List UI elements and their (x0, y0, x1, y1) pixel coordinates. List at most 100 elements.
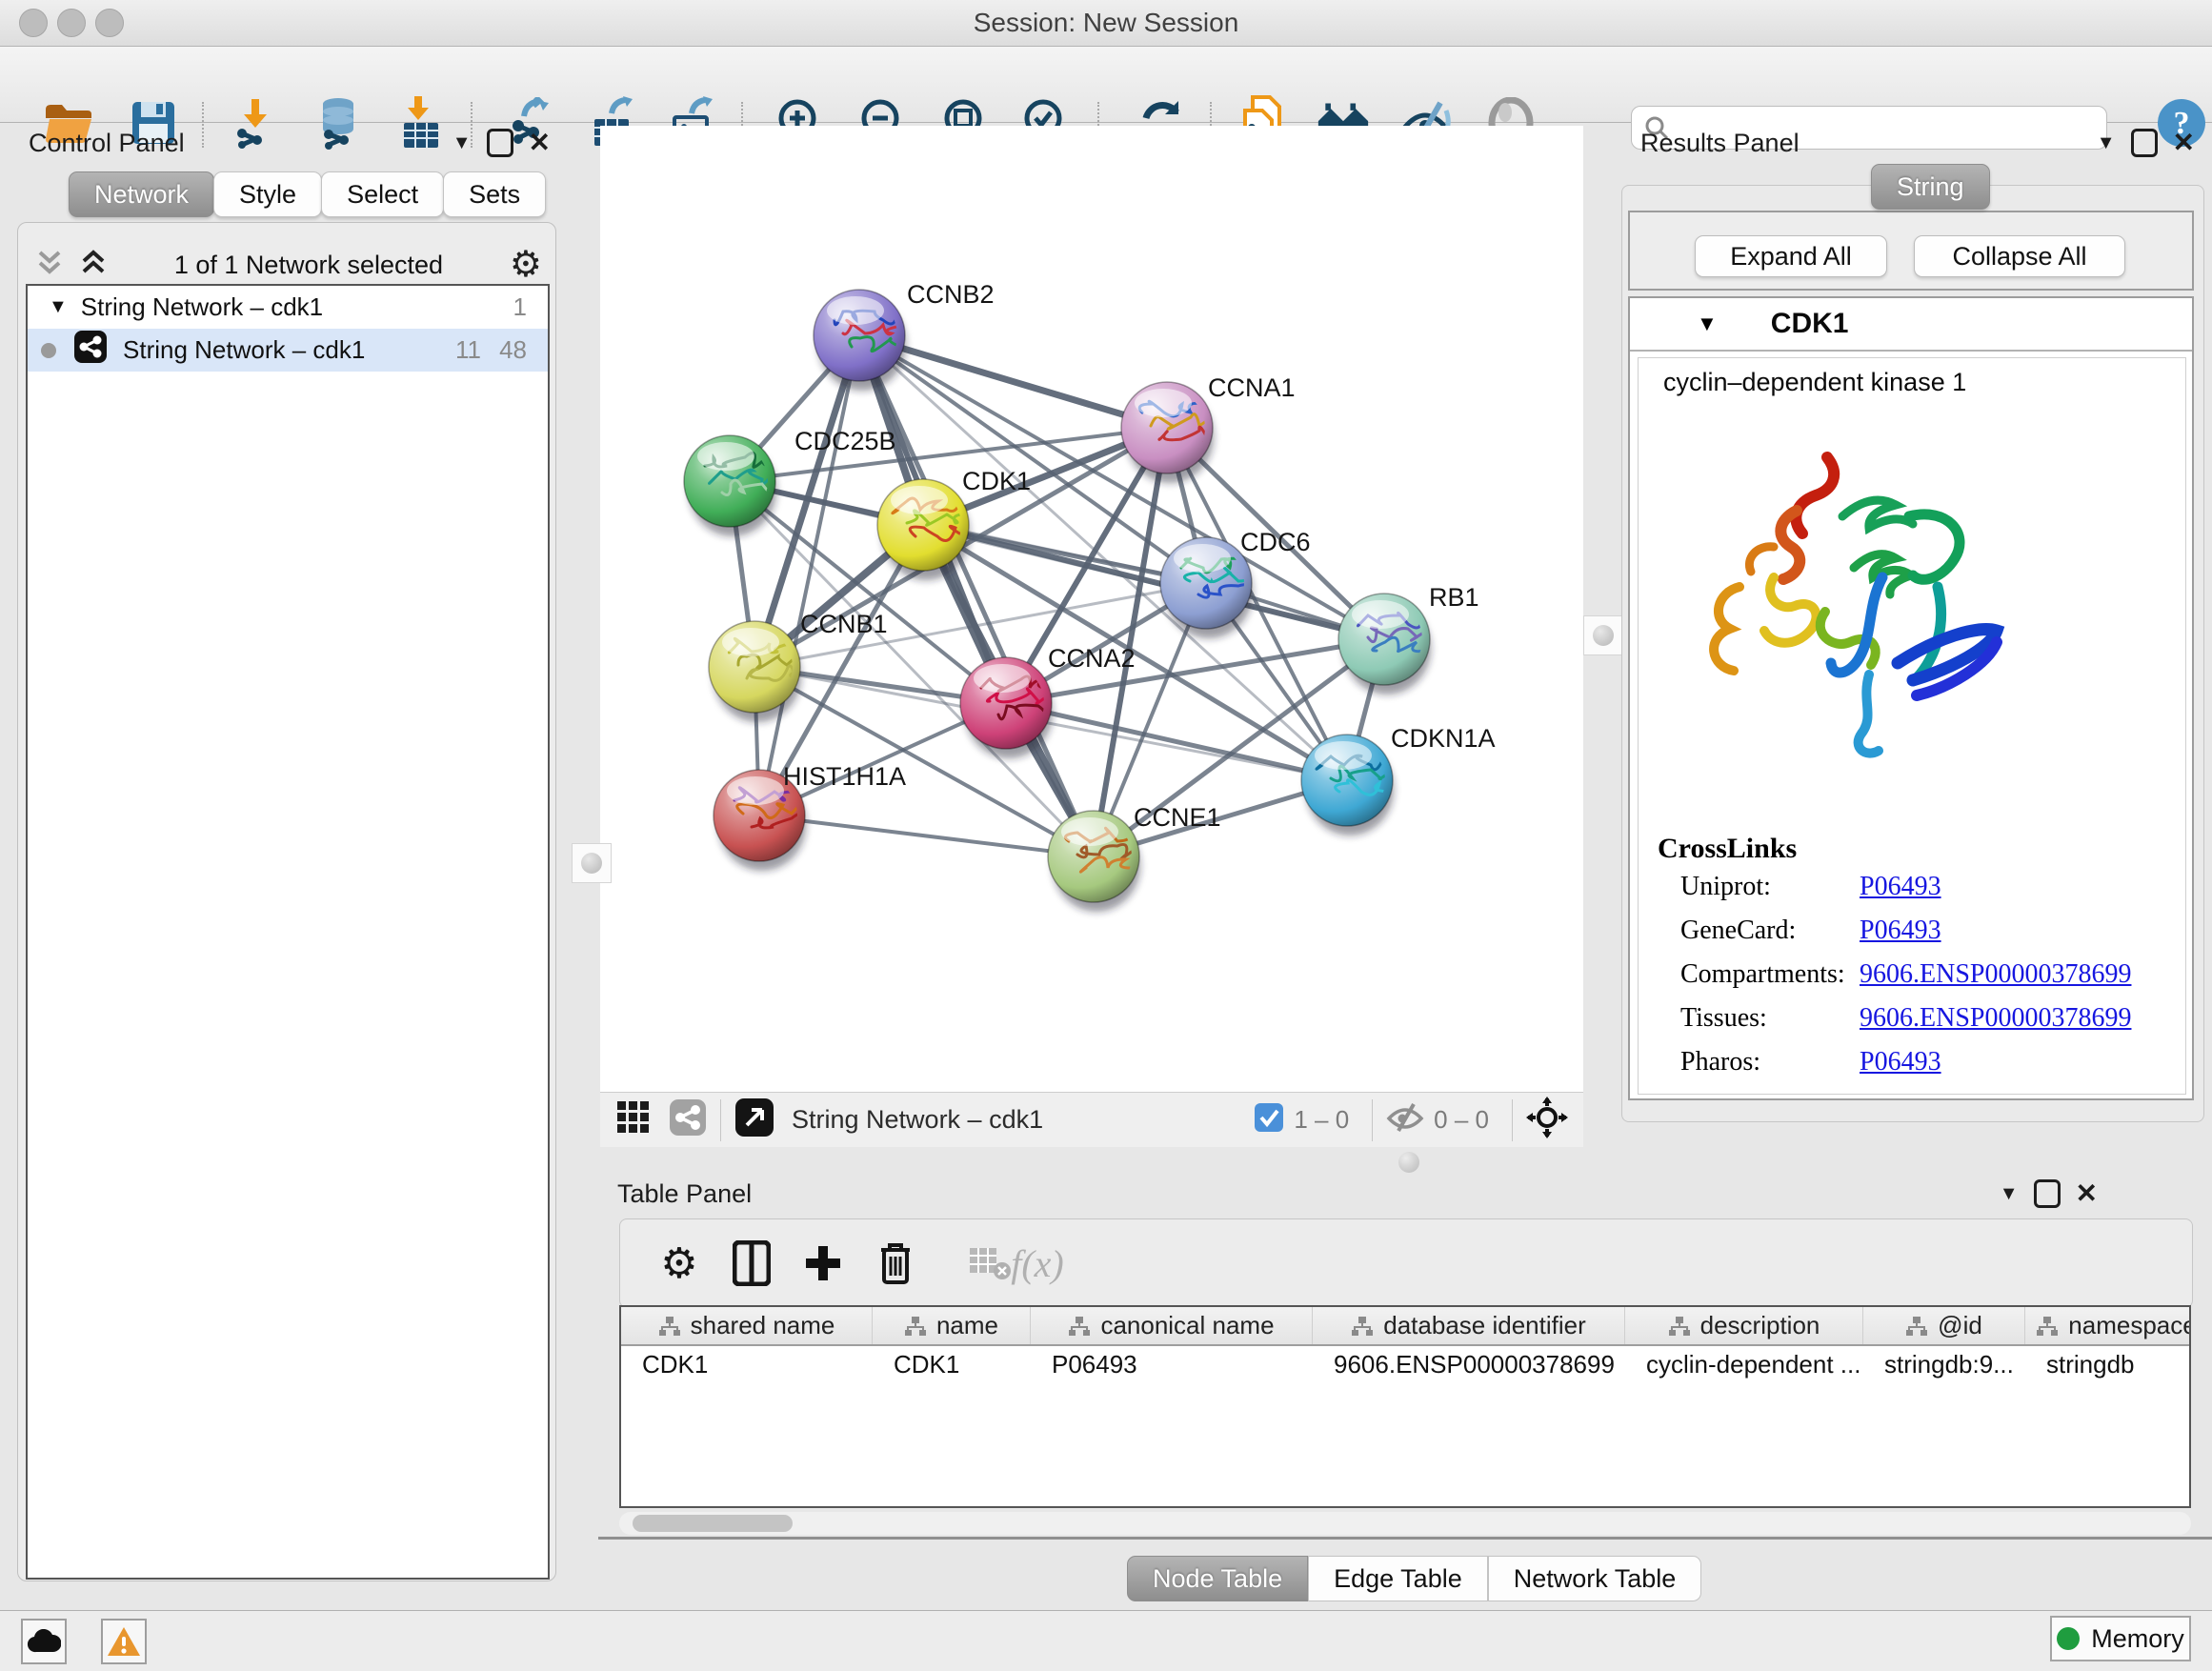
crosslink-link[interactable]: P06493 (1860, 916, 1941, 946)
horizontal-splitter-handle[interactable] (1398, 1152, 1419, 1173)
table-cell[interactable]: 9606.ENSP00000378699 (1313, 1350, 1625, 1379)
window-title: Session: New Session (0, 8, 2212, 38)
tab-network-table[interactable]: Network Table (1488, 1556, 1702, 1601)
table-panel-divider (598, 1537, 2212, 1540)
column-header-description[interactable]: description (1625, 1307, 1863, 1344)
column-header-shared-name[interactable]: shared name (621, 1307, 873, 1344)
panel-float-icon[interactable] (2131, 129, 2158, 157)
string-app-icon (73, 330, 108, 371)
collapse-all-button[interactable]: Collapse All (1914, 235, 2125, 277)
crosslink-row: Tissues: 9606.ENSP00000378699 (1658, 997, 2131, 1040)
birdseye-crosshair-icon[interactable] (1526, 1097, 1568, 1143)
cloud-status-icon[interactable] (21, 1619, 67, 1664)
network-overview-icon[interactable] (669, 1098, 707, 1141)
expand-all-button[interactable]: Expand All (1695, 235, 1887, 277)
table-header-row: shared namenamecanonical namedatabase id… (621, 1307, 2189, 1346)
node-label-CDC6[interactable]: CDC6 (1240, 528, 1311, 556)
crosslink-link[interactable]: P06493 (1860, 1047, 1941, 1077)
node-label-CDC25B[interactable]: CDC25B (794, 427, 896, 455)
collapse-section-icon[interactable]: ▼ (1697, 312, 1718, 336)
warning-status-icon[interactable] (101, 1619, 147, 1664)
add-column-icon[interactable] (794, 1235, 852, 1292)
table-cell[interactable]: CDK1 (621, 1350, 873, 1379)
column-header--id[interactable]: @id (1863, 1307, 2025, 1344)
node-label-HIST1H1A[interactable]: HIST1H1A (783, 762, 906, 791)
show-columns-icon[interactable] (723, 1235, 780, 1292)
table-row[interactable]: CDK1CDK1P064939606.ENSP00000378699cyclin… (621, 1346, 2189, 1382)
table-settings-gear-icon[interactable]: ⚙ (651, 1235, 708, 1292)
delete-column-icon[interactable] (867, 1235, 924, 1292)
left-splitter-handle[interactable] (572, 843, 612, 883)
control-panel-header: Control Panel ▼ ✕ (10, 126, 564, 160)
panel-menu-icon[interactable]: ▼ (2000, 1184, 2019, 1203)
table-cell[interactable]: stringdb:9... (1863, 1350, 2025, 1379)
column-header-namespace[interactable]: namespace (2025, 1307, 2191, 1344)
crosslink-label: Tissues: (1680, 1003, 1860, 1034)
panel-float-icon[interactable] (487, 129, 513, 157)
memory-status-dot (2057, 1627, 2080, 1650)
hidden-eye-slash-icon[interactable] (1386, 1102, 1424, 1137)
table-cell[interactable]: stringdb (2025, 1350, 2191, 1379)
crosslink-label: Compartments: (1680, 959, 1860, 990)
table-cell[interactable]: cyclin-dependent ... (1625, 1350, 1863, 1379)
network-options-gear-icon[interactable]: ⚙ (510, 247, 542, 283)
memory-button[interactable]: Memory (2050, 1616, 2191, 1661)
panel-menu-icon[interactable]: ▼ (2097, 133, 2116, 152)
tab-edge-table[interactable]: Edge Table (1308, 1556, 1488, 1601)
open-in-window-icon[interactable] (734, 1097, 774, 1142)
network-canvas[interactable]: CCNB2 CCNA1 CDC25B CDK1 CDC6 RB1 CCNB1 CCNA2 CDK… (600, 126, 1583, 1092)
scrollbar-thumb[interactable] (633, 1515, 793, 1532)
node-label-CDKN1A[interactable]: CDKN1A (1391, 724, 1496, 753)
node-label-CCNA2[interactable]: CCNA2 (1048, 644, 1136, 673)
status-bar: Memory (0, 1610, 2212, 1671)
network-row[interactable]: String Network – cdk1 11 48 (28, 329, 548, 372)
collection-count: 1 (513, 292, 527, 322)
selected-nodes-checkbox-icon[interactable] (1254, 1102, 1284, 1137)
tree-expand-icon[interactable]: ▼ (49, 296, 68, 318)
grid-view-icon[interactable] (615, 1099, 652, 1140)
tab-string[interactable]: String (1871, 164, 1990, 210)
crosslink-row: Compartments: 9606.ENSP00000378699 (1658, 953, 2131, 997)
node-label-CDK1[interactable]: CDK1 (962, 467, 1031, 495)
node-label-CCNB1[interactable]: CCNB1 (800, 610, 888, 638)
expand-all-networks-icon[interactable] (35, 247, 64, 284)
tab-network[interactable]: Network (69, 171, 214, 217)
network-tree: ▼ String Network – cdk1 1 String Network… (26, 284, 550, 1580)
tab-style[interactable]: Style (213, 171, 322, 217)
title-bar: Session: New Session (0, 0, 2212, 47)
tab-select[interactable]: Select (321, 171, 444, 217)
column-header-name[interactable]: name (873, 1307, 1031, 1344)
tab-sets[interactable]: Sets (443, 171, 546, 217)
panel-float-icon[interactable] (2034, 1179, 2061, 1208)
node-label-CCNA1[interactable]: CCNA1 (1208, 373, 1296, 402)
crosslinks-section: CrossLinks Uniprot: P06493 GeneCard: P06… (1658, 833, 2131, 1084)
table-horizontal-scrollbar[interactable] (619, 1512, 2191, 1535)
crosslink-link[interactable]: P06493 (1860, 872, 1941, 902)
right-splitter-handle[interactable] (1583, 615, 1623, 655)
panel-close-icon[interactable]: ✕ (529, 130, 551, 156)
protein-header-row[interactable]: ▼ CDK1 (1630, 298, 2192, 352)
crosslink-link[interactable]: 9606.ENSP00000378699 (1860, 1003, 2131, 1034)
column-header-database-identifier[interactable]: database identifier (1313, 1307, 1625, 1344)
panel-close-icon[interactable]: ✕ (2076, 1180, 2098, 1207)
node-label-CCNE1[interactable]: CCNE1 (1134, 803, 1221, 832)
protein-structure-image (1682, 425, 2035, 768)
results-panel-title: Results Panel (1640, 129, 1800, 158)
collapse-all-networks-icon[interactable] (79, 247, 108, 284)
node-label-CCNB2[interactable]: CCNB2 (907, 280, 995, 309)
panel-close-icon[interactable]: ✕ (2173, 130, 2195, 156)
function-builder-icon[interactable]: f(x) (1009, 1235, 1066, 1292)
panel-menu-icon[interactable]: ▼ (452, 133, 472, 152)
tab-node-table[interactable]: Node Table (1127, 1556, 1308, 1601)
table-cell[interactable]: CDK1 (873, 1350, 1031, 1379)
crosslink-label: Uniprot: (1680, 872, 1860, 902)
protein-content: cyclin–dependent kinase 1 (1638, 357, 2186, 1095)
network-collection-row[interactable]: ▼ String Network – cdk1 1 (28, 286, 548, 329)
crosslink-link[interactable]: 9606.ENSP00000378699 (1860, 959, 2131, 990)
node-label-RB1[interactable]: RB1 (1429, 583, 1479, 612)
control-panel-tabs: Network Style Select Sets (69, 171, 545, 217)
horizontal-splitter[interactable] (600, 1146, 2212, 1177)
crosslink-label: Pharos: (1680, 1047, 1860, 1077)
table-cell[interactable]: P06493 (1031, 1350, 1313, 1379)
column-header-canonical-name[interactable]: canonical name (1031, 1307, 1313, 1344)
